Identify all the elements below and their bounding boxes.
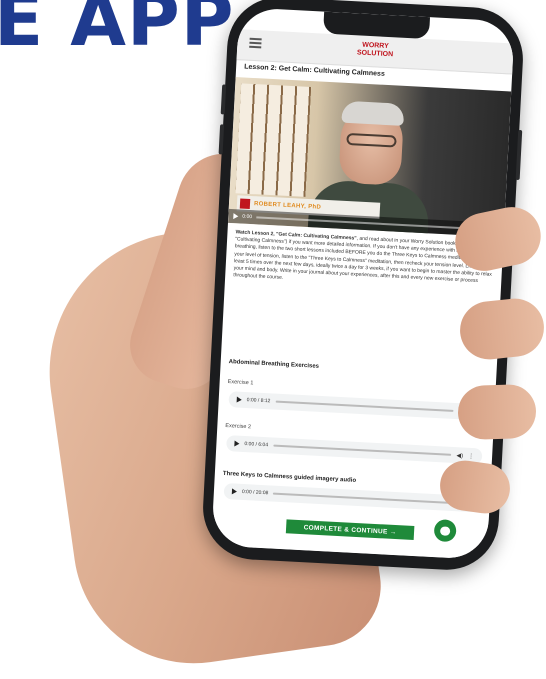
section-title: Abdominal Breathing Exercises	[228, 359, 320, 370]
presenter-name: ROBERT LEAHY, PhD	[253, 201, 322, 211]
complete-continue-button[interactable]: COMPLETE & CONTINUE →	[285, 519, 415, 541]
audio-progress-bar[interactable]	[272, 444, 452, 456]
phone-power-button	[515, 129, 523, 181]
app-logo[interactable]: WORRY SOLUTION	[345, 41, 406, 62]
headline-text: E APP	[0, 0, 235, 62]
hamburger-menu-icon[interactable]	[249, 37, 262, 49]
lower-third-logo-icon	[239, 198, 251, 209]
exercise-3-label: Three Keys to Calmness guided imagery au…	[222, 470, 357, 484]
audio-progress-bar[interactable]	[273, 492, 450, 504]
phone-volume-button	[218, 124, 225, 155]
audio-progress-bar[interactable]	[275, 400, 454, 412]
audio-time: 0:00 / 8:12	[246, 397, 271, 405]
audio-time: 0:00 / 20:08	[241, 488, 269, 497]
audio-time: 0:00 / 6:04	[244, 441, 269, 449]
video-play-icon[interactable]	[233, 213, 239, 220]
exercise-2-label: Exercise 2	[225, 422, 252, 431]
chat-bubble-icon	[439, 525, 451, 536]
exercise-1-label: Exercise 1	[227, 379, 254, 387]
audio-player-2: 0:00 / 6:04 ◀) ⋮	[226, 435, 483, 465]
video-progress-bar[interactable]	[255, 216, 482, 231]
audio-player-1: 0:00 / 8:12 ◀) ⋮	[228, 391, 485, 421]
chat-button[interactable]	[433, 519, 457, 543]
hand-finger	[457, 383, 537, 441]
presenter-glasses	[346, 132, 397, 148]
phone-volume-button	[220, 84, 227, 115]
play-icon[interactable]	[234, 440, 240, 447]
more-options-icon[interactable]: ⋮	[468, 452, 474, 459]
video-time: 0:00	[242, 213, 253, 221]
video-background-screen	[235, 83, 312, 197]
volume-icon[interactable]: ◀)	[456, 452, 463, 459]
presenter-hair	[341, 100, 405, 126]
play-icon[interactable]	[236, 396, 242, 403]
play-icon[interactable]	[231, 488, 238, 495]
lesson-video[interactable]: ROBERT LEAHY, PhD 0:00 ⚙ ⛶	[227, 77, 512, 238]
footer-bar: COMPLETE & CONTINUE →	[211, 511, 489, 560]
